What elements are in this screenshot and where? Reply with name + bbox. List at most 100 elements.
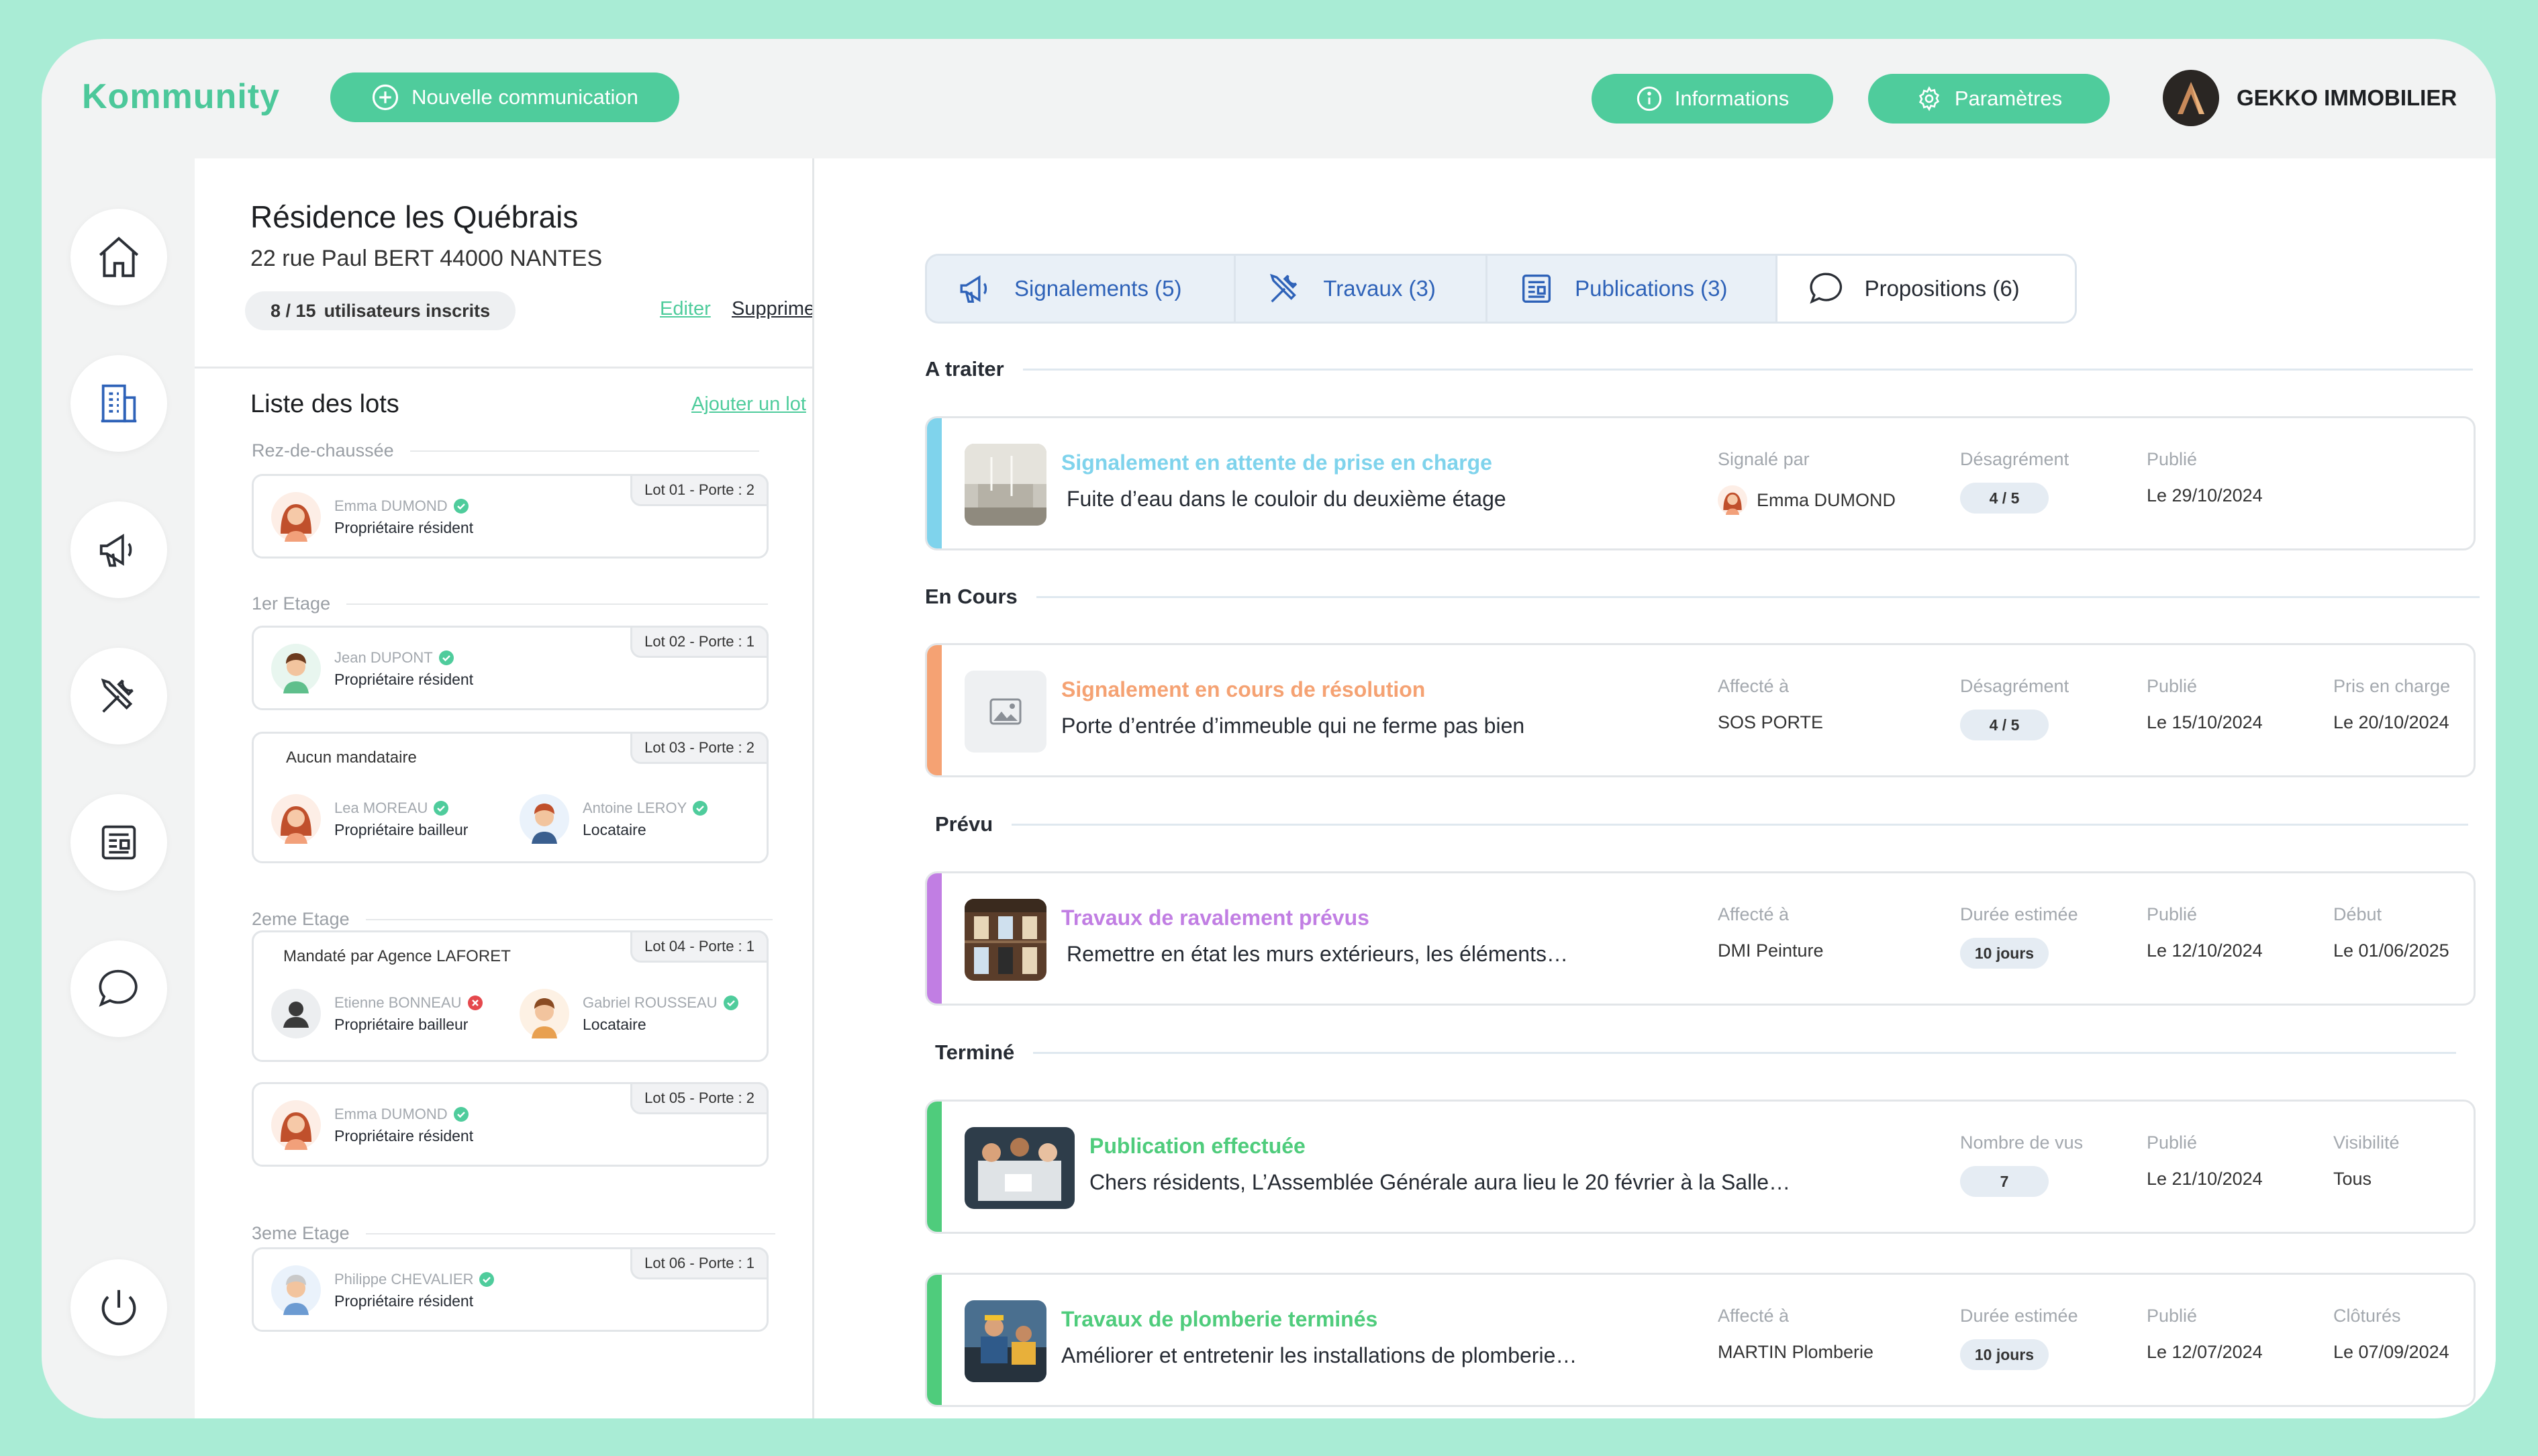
tab-publications[interactable]: Publications (3) — [1487, 256, 1777, 322]
verified-icon — [479, 1271, 495, 1287]
card-description: Fuite d’eau dans le couloir du deuxième … — [1067, 487, 1506, 511]
edit-residence-link[interactable]: Editer — [660, 298, 711, 320]
meta-label: Nombre de vus — [1960, 1132, 2084, 1153]
floor-label-1: 1er Etage — [252, 593, 769, 614]
nav-home-button[interactable] — [70, 209, 167, 305]
section-en-cours: En Cours — [925, 585, 2480, 609]
tab-label: Travaux (3) — [1323, 276, 1436, 301]
nuisance-badge: 4 / 5 — [1960, 710, 2049, 740]
card-travaux-prevus[interactable]: Travaux de ravalement prévus Remettre en… — [925, 871, 2476, 1006]
card-publication-effectuee[interactable]: Publication effectuée Chers résidents, L… — [925, 1100, 2476, 1234]
new-communication-button[interactable]: Nouvelle communication — [330, 72, 679, 122]
lot-card-04[interactable]: Lot 04 - Porte : 1 Mandaté par Agence LA… — [252, 930, 769, 1062]
new-communication-label: Nouvelle communication — [411, 85, 638, 109]
nav-buildings-button[interactable] — [70, 355, 167, 452]
nav-travaux-button[interactable] — [70, 648, 167, 744]
avatar-man-icon — [520, 989, 569, 1038]
nav-propositions-button[interactable] — [70, 940, 167, 1037]
person-role: Locataire — [583, 820, 646, 838]
tab-signalements[interactable]: Signalements (5) — [927, 256, 1236, 322]
floor-label-3: 3eme Etage — [252, 1223, 775, 1244]
card-description: Améliorer et entretenir les installation… — [1061, 1343, 1577, 1367]
users-registered-badge: 8 / 15 utilisateurs inscrits — [245, 291, 516, 330]
nav-signalements-button[interactable] — [70, 501, 167, 598]
settings-label: Paramètres — [1954, 87, 2063, 110]
published-date: Le 29/10/2024 — [2147, 485, 2263, 505]
lot-card-02[interactable]: Lot 02 - Porte : 1 Jean DUPONT Propriéta… — [252, 626, 769, 710]
megaphone-icon — [99, 534, 132, 567]
company-account[interactable]: GEKKO IMMOBILIER — [2163, 70, 2457, 126]
meta-label: Publié — [2147, 1306, 2198, 1326]
delete-residence-link[interactable]: Supprimer — [732, 298, 822, 320]
section-termine: Terminé — [935, 1040, 2457, 1065]
start-date: Le 01/06/2025 — [2333, 940, 2449, 961]
lot-person: Philippe CHEVALIER Propriétaire résident — [271, 1265, 495, 1315]
lot-mandate: Aucun mandataire — [286, 748, 417, 767]
lot-tag: Lot 06 - Porte : 1 — [630, 1247, 769, 1279]
lot-card-05[interactable]: Lot 05 - Porte : 2 Emma DUMOND Propriéta… — [252, 1082, 769, 1167]
nuisance-badge: 4 / 5 — [1960, 483, 2049, 514]
person-role: Propriétaire bailleur — [334, 820, 469, 838]
card-thumbnail — [965, 1300, 1046, 1382]
card-title: Publication effectuée — [1089, 1134, 1306, 1158]
lots-list-title: Liste des lots — [250, 390, 399, 418]
nav-publications-button[interactable] — [70, 794, 167, 891]
verified-icon — [434, 800, 449, 816]
residence-panel: Résidence les Québrais 22 rue Paul BERT … — [195, 158, 822, 1418]
company-name: GEKKO IMMOBILIER — [2237, 85, 2457, 110]
card-travaux-termines[interactable]: Travaux de plomberie terminés Améliorer … — [925, 1273, 2476, 1407]
person-role: Locataire — [583, 1015, 646, 1033]
residence-address: 22 rue Paul BERT 44000 NANTES — [250, 246, 603, 271]
meta-label: Visibilité — [2333, 1132, 2400, 1153]
meta-label: Publié — [2147, 1132, 2198, 1153]
tab-propositions[interactable]: Propositions (6) — [1777, 256, 2075, 322]
reporter: Emma DUMOND — [1718, 485, 1896, 515]
nav-logout-button[interactable] — [70, 1259, 167, 1356]
newspaper-icon — [1522, 274, 1551, 303]
assignee: SOS PORTE — [1718, 712, 1824, 732]
lot-card-06[interactable]: Lot 06 - Porte : 1 Philippe CHEVALIER Pr… — [252, 1247, 769, 1332]
informations-button[interactable]: Informations — [1592, 74, 1833, 124]
meta-label: Affecté à — [1718, 904, 1790, 924]
lot-tag: Lot 01 - Porte : 2 — [630, 474, 769, 506]
unverified-icon — [467, 995, 483, 1010]
chat-bubble-icon — [99, 969, 138, 1007]
published-date: Le 21/10/2024 — [2147, 1169, 2263, 1189]
status-bar — [927, 873, 942, 1004]
lot-person: Etienne BONNEAU Propriétaire bailleur — [271, 989, 483, 1038]
card-signalement-attente[interactable]: Signalement en attente de prise en charg… — [925, 416, 2476, 550]
lot-card-01[interactable]: Lot 01 - Porte : 2 Emma DUMOND Propriéta… — [252, 474, 769, 559]
lot-mandate: Mandaté par Agence LAFORET — [283, 947, 511, 965]
chat-bubble-icon — [1809, 273, 1842, 304]
published-date: Le 12/10/2024 — [2147, 940, 2263, 961]
verified-icon — [453, 498, 469, 514]
tab-travaux[interactable]: Travaux (3) — [1236, 256, 1488, 322]
residence-name: Résidence les Québrais — [250, 199, 579, 234]
person-name: Antoine LEROY — [583, 799, 687, 816]
lot-person: Lea MOREAU Propriétaire bailleur — [271, 794, 468, 844]
card-title: Signalement en cours de résolution — [1061, 677, 1426, 701]
card-description: Chers résidents, L’Assemblée Générale au… — [1089, 1170, 1791, 1194]
settings-button[interactable]: Paramètres — [1868, 74, 2110, 124]
lot-card-03[interactable]: Lot 03 - Porte : 2 Aucun mandataire Lea … — [252, 732, 769, 863]
card-signalement-cours[interactable]: Signalement en cours de résolution Porte… — [925, 643, 2476, 777]
card-description: Porte d’entrée d’immeuble qui ne ferme p… — [1061, 714, 1525, 738]
meta-label: Désagrément — [1960, 449, 2069, 469]
lot-tag: Lot 05 - Porte : 2 — [630, 1082, 769, 1114]
views-badge: 7 — [1960, 1166, 2049, 1197]
taken-date: Le 20/10/2024 — [2333, 712, 2449, 732]
tab-label: Propositions (6) — [1864, 276, 2020, 301]
card-thumbnail — [965, 1127, 1075, 1209]
person-role: Propriétaire résident — [334, 1126, 474, 1145]
card-thumbnail-placeholder — [965, 671, 1046, 753]
meta-label: Affecté à — [1718, 1306, 1790, 1326]
published-date: Le 15/10/2024 — [2147, 712, 2263, 732]
add-lot-link[interactable]: Ajouter un lot — [691, 393, 806, 416]
lot-tag: Lot 02 - Porte : 1 — [630, 626, 769, 658]
avatar-woman-icon — [271, 1100, 321, 1150]
verified-icon — [693, 800, 708, 816]
floor-label-rdc: Rez-de-chaussée — [252, 440, 759, 461]
company-logo-icon — [2163, 70, 2219, 126]
divider — [195, 367, 812, 369]
meta-label: Publié — [2147, 676, 2198, 696]
